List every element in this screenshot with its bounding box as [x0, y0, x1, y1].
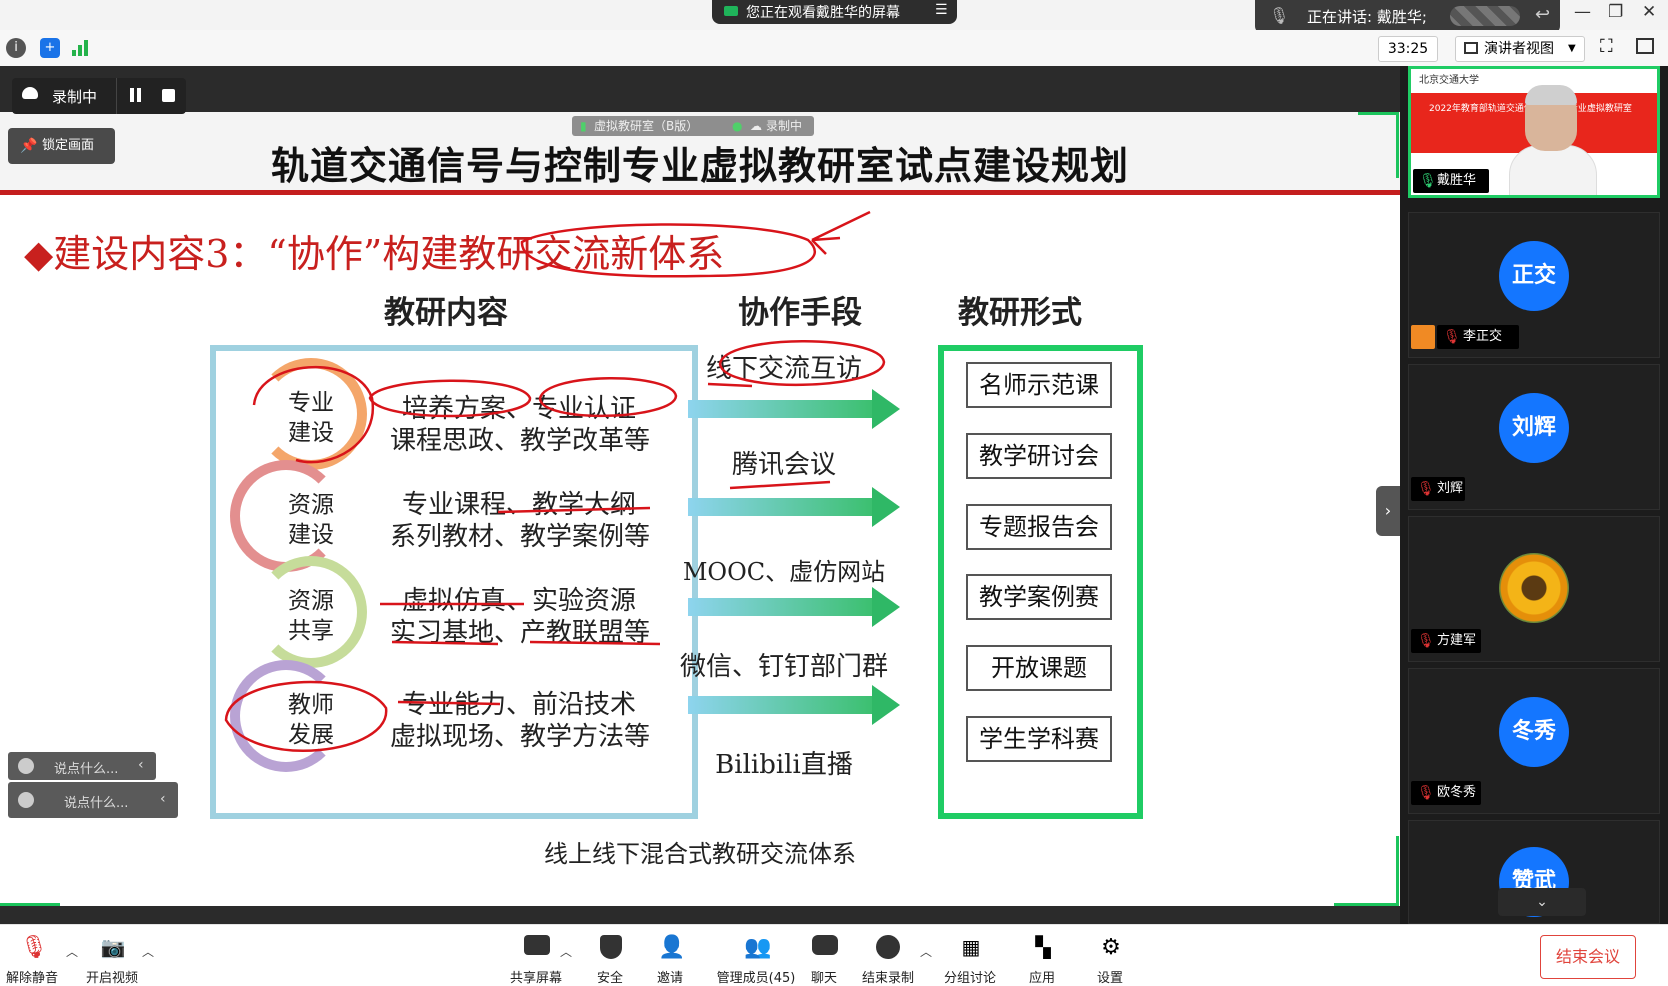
chat-icon — [812, 935, 838, 955]
avatar: 正交 — [1499, 241, 1569, 311]
annotation-ellipse — [224, 680, 388, 752]
invite-button[interactable]: 👤 邀请 — [630, 925, 710, 986]
avatar-image — [1499, 553, 1569, 623]
return-icon[interactable]: ↩ — [1535, 4, 1550, 25]
invite-label: 邀请 — [656, 971, 683, 986]
participant-tile[interactable]: 🎙 方建军 — [1408, 516, 1660, 662]
chevron-down-icon: ▼ — [1568, 43, 1576, 54]
avatar: 冬秀 — [1499, 697, 1569, 767]
annotation-ellipse — [520, 223, 816, 278]
share-screen-icon — [524, 935, 550, 955]
members-icon: 👥 — [744, 935, 772, 960]
annotation-underline — [707, 382, 753, 388]
participant-name: 方建军 — [1437, 633, 1477, 648]
participant-name: 戴胜华 — [1437, 173, 1477, 188]
avatar: 刘辉 — [1499, 393, 1569, 463]
minimize-icon[interactable]: — — [1574, 2, 1591, 22]
close-icon[interactable]: ✕ — [1642, 2, 1656, 22]
chat-placeholder: 说点什么... — [54, 762, 119, 777]
annotation-underline — [497, 506, 651, 514]
annotation-ellipse — [368, 379, 532, 418]
stop-recording-label: 结束录制 — [861, 971, 914, 986]
mic-muted-icon: 🎙 — [1417, 785, 1435, 801]
share-screen-label: 共享屏幕 — [509, 971, 562, 986]
mic-icon: 🎙 — [1419, 173, 1437, 189]
video-off-icon: 📷 — [100, 935, 126, 959]
start-video-button[interactable]: 📷 开启视频 — [72, 925, 152, 986]
shield-icon — [600, 935, 622, 959]
stop-record-icon — [876, 935, 900, 959]
mic-muted-icon: 🎙 — [1417, 633, 1435, 649]
settings-label: 设置 — [1096, 971, 1123, 986]
mic-muted-icon: 🎙 — [1443, 329, 1461, 345]
unmute-label: 解除静音 — [5, 971, 58, 986]
annotation-arrow — [811, 210, 871, 255]
chevron-up-icon[interactable]: ︿ — [142, 943, 154, 960]
chat-placeholder: 说点什么... — [64, 796, 129, 811]
participant-name-chip: 🎙 欧冬秀 — [1411, 781, 1481, 805]
annotation-underline — [397, 700, 501, 706]
annotation-ellipse — [538, 377, 678, 417]
university-logo: 北京交通大学 — [1419, 75, 1479, 86]
participant-tile[interactable]: 冬秀 🎙 欧冬秀 — [1408, 668, 1660, 814]
mic-muted-icon: 🎙 — [1417, 481, 1435, 497]
settings-button[interactable]: ⚙ 设置 — [1070, 925, 1150, 986]
chevron-down-icon[interactable]: ⌄ — [1498, 888, 1586, 916]
annotation-ellipse — [718, 340, 886, 387]
participant-name-chip: 🎙 刘辉 — [1411, 477, 1465, 501]
mic-muted-icon: 🎙 — [20, 935, 48, 960]
chevron-left-icon[interactable]: ‹ — [138, 757, 144, 773]
speaker-hair — [1525, 85, 1577, 105]
breakout-label: 分组讨论 — [943, 971, 996, 986]
active-speaker-tile[interactable]: 北京交通大学 2022年教育部轨道交通信号与控制专业虚拟教研室 🎙 戴胜华 — [1408, 66, 1660, 198]
speaker-avatar-blur — [1450, 6, 1520, 26]
participant-name-chip: 🎙 戴胜华 — [1413, 169, 1489, 193]
emoji-icon[interactable] — [18, 758, 34, 774]
annotation-ellipse — [252, 366, 375, 464]
participant-tile[interactable]: 刘辉 🎙 刘辉 — [1408, 364, 1660, 510]
emoji-icon[interactable] — [18, 792, 34, 808]
avatar-small — [1411, 325, 1435, 349]
breakout-icon: ▦ — [961, 935, 981, 959]
presenter-view-dropdown[interactable]: 演讲者视图 ▼ — [1455, 36, 1585, 62]
meeting-controls-bar: 🎙 解除静音 ︿ 📷 开启视频 ︿ 共享屏幕 ︿ 安全 👤 邀请 👥 管理成员(… — [0, 924, 1668, 986]
side-panel-icon[interactable] — [1636, 38, 1654, 54]
end-meeting-button[interactable]: 结束会议 — [1540, 935, 1636, 979]
add-user-icon: 👤 — [658, 935, 686, 960]
participant-name: 刘辉 — [1437, 481, 1464, 496]
speaker-body — [1509, 145, 1597, 195]
collapse-panel-button[interactable]: › — [1376, 486, 1400, 536]
annotation-underline — [729, 480, 831, 490]
annotation-layer — [224, 210, 886, 752]
participant-name: 欧冬秀 — [1437, 785, 1477, 800]
stop-recording-button[interactable]: 结束录制 — [848, 925, 928, 986]
chat-input-collapsed[interactable]: 说点什么... ‹ — [8, 752, 156, 780]
restore-icon[interactable]: ❐ — [1608, 2, 1623, 22]
participant-name-chip: 🎙 李正交 — [1437, 325, 1519, 349]
presenter-view-label: 演讲者视图 — [1484, 41, 1554, 57]
gear-icon: ⚙ — [1101, 935, 1121, 960]
participant-tile[interactable]: 正交 🎙 李正交 — [1408, 212, 1660, 358]
layout-icon — [1464, 42, 1478, 54]
chevron-left-icon[interactable]: ‹ — [160, 791, 166, 807]
breakout-rooms-button[interactable]: ▦ 分组讨论 — [930, 925, 1010, 986]
apps-icon: ▚ — [1035, 935, 1051, 959]
unmute-button[interactable]: 🎙 解除静音 — [0, 925, 72, 986]
start-video-label: 开启视频 — [85, 971, 138, 986]
participant-name-chip: 🎙 方建军 — [1411, 629, 1481, 653]
participant-name: 李正交 — [1463, 329, 1503, 344]
fullscreen-icon[interactable]: ⛶ — [1600, 36, 1613, 57]
annotation-underline — [380, 602, 661, 646]
chat-input[interactable]: 说点什么... ‹ — [8, 782, 178, 818]
